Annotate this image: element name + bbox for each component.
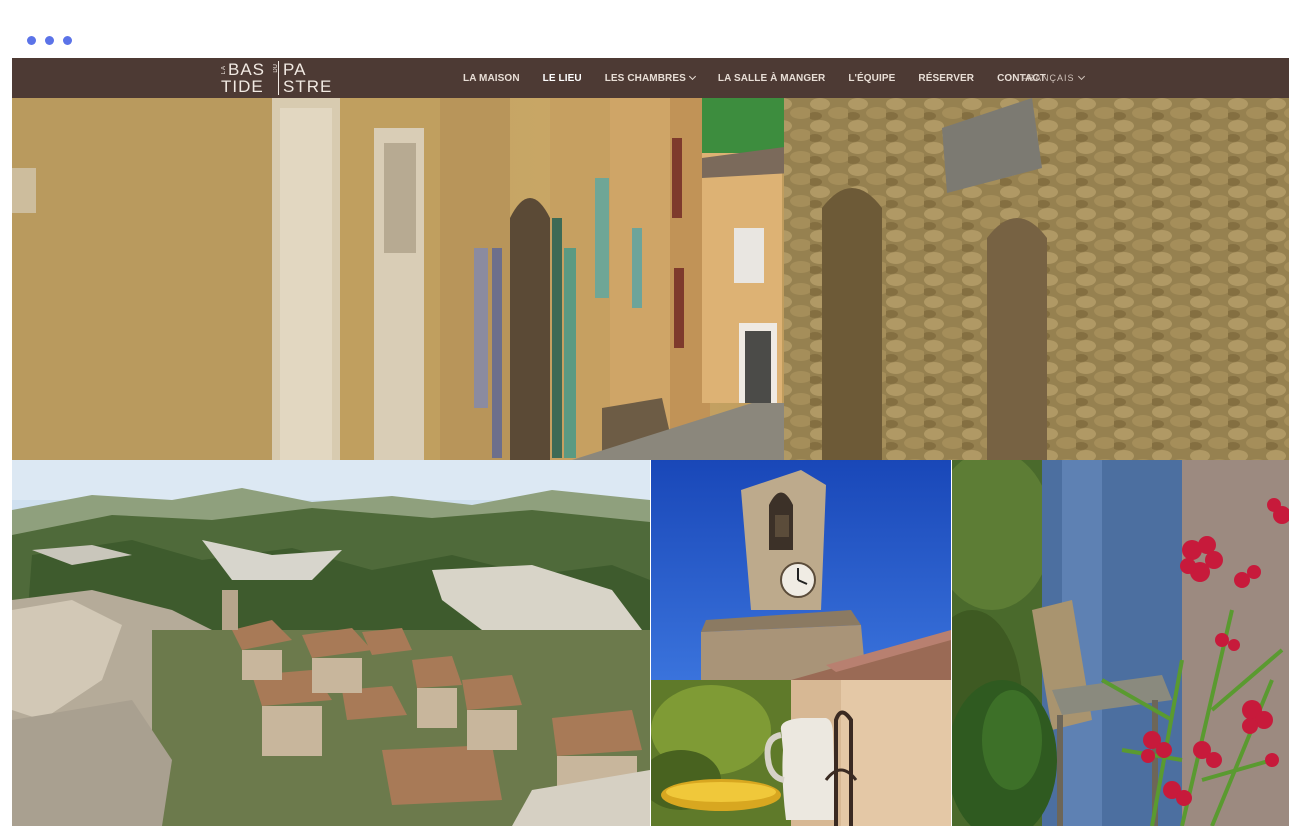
hillside-village-photo — [12, 460, 650, 826]
logo-mini-du: DU — [273, 64, 279, 73]
logo-text-bas: BAS — [228, 60, 266, 79]
logo-text-pa: PA — [283, 60, 307, 79]
window-dot — [45, 36, 54, 45]
nav-item[interactable]: L'ÉQUIPE — [848, 73, 895, 84]
logo-text-tide: TIDE — [221, 77, 264, 96]
nav-item-label: LA MAISON — [463, 72, 520, 84]
nav-item[interactable]: LE LIEU — [543, 73, 582, 84]
chevron-down-icon — [1077, 72, 1085, 81]
window-dot — [63, 36, 72, 45]
nav-item[interactable]: LES CHAMBRES — [604, 72, 696, 84]
clock-tower-photo — [651, 460, 951, 680]
logo-mini-text: LA — [221, 64, 227, 75]
logo-text-stre: STRE — [283, 77, 333, 96]
chevron-down-icon — [688, 72, 696, 81]
nav-item[interactable]: RÉSERVER — [918, 73, 974, 84]
oleander-flowers-photo — [952, 460, 1289, 826]
logo-row-bottom: TIDE — [221, 78, 264, 95]
nav-item-label: L'ÉQUIPE — [848, 72, 896, 84]
language-selector[interactable]: FRANÇAIS — [1021, 58, 1085, 98]
top-navigation-bar: LA BAS TIDE DU PA STRE LA MAISON LE LIEU L… — [12, 58, 1289, 98]
pitcher-still-life-photo — [651, 680, 951, 826]
nav-item-label: RÉSERVER — [918, 72, 975, 84]
nav-item-label: LES CHAMBRES — [604, 72, 686, 84]
language-label: FRANÇAIS — [1021, 73, 1075, 83]
nav-item[interactable]: LA MAISON — [463, 73, 520, 84]
nav-item-label: LE LIEU — [542, 72, 582, 84]
window-controls — [27, 36, 72, 45]
nav-item[interactable]: LA SALLE À MANGER — [718, 73, 825, 84]
main-menu: LA MAISON LE LIEU LES CHAMBRES LA SALLE À M… — [463, 58, 1046, 98]
village-street-photo — [12, 98, 1289, 460]
page-frame: LA BAS TIDE DU PA STRE LA MAISON LE LIEU L… — [12, 58, 1289, 826]
logo-row-top: LA BAS — [221, 61, 265, 78]
site-logo[interactable]: LA BAS TIDE DU PA STRE — [221, 60, 333, 96]
window-dot — [27, 36, 36, 45]
nav-item-label: LA SALLE À MANGER — [717, 72, 826, 84]
